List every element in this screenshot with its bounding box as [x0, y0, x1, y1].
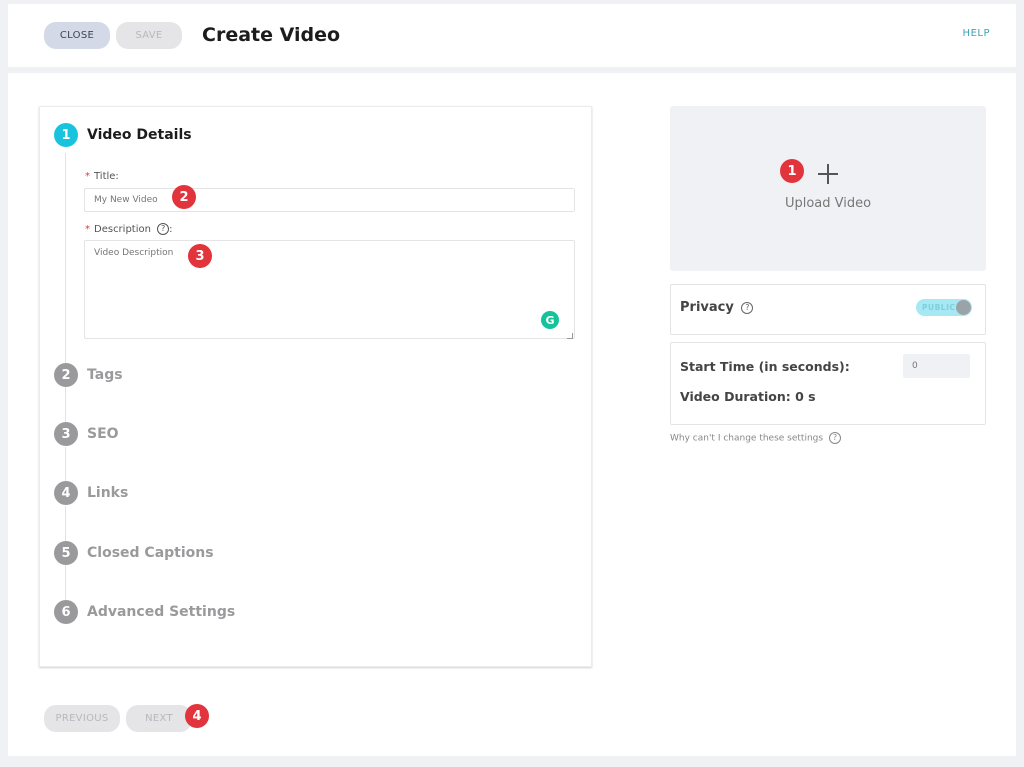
step-label: Closed Captions: [87, 545, 214, 561]
why-link-text: Why can't I change these settings: [670, 433, 824, 444]
step-tags[interactable]: 2 Tags: [54, 363, 123, 387]
stepper-card: 1 Video Details *Title: *Description ?: …: [39, 106, 592, 667]
grammarly-icon[interactable]: G: [541, 311, 559, 329]
privacy-panel: Privacy ? PUBLIC: [670, 284, 986, 335]
required-marker: *: [85, 224, 90, 235]
upload-video-dropzone[interactable]: Upload Video: [670, 106, 986, 271]
step-number: 3: [54, 422, 78, 446]
step-seo[interactable]: 3 SEO: [54, 422, 119, 446]
previous-button[interactable]: PREVIOUS: [44, 705, 120, 732]
privacy-label: Privacy ?: [680, 300, 754, 315]
title-label: * Title:: [85, 171, 119, 182]
step-label: Tags: [87, 367, 123, 383]
step-number: 4: [54, 481, 78, 505]
required-marker: *: [85, 171, 90, 182]
step-video-details[interactable]: 1 Video Details: [54, 123, 192, 147]
upload-label: Upload Video: [784, 196, 872, 211]
header-bar: CLOSE SAVE Create Video HELP: [8, 4, 1016, 67]
start-time-label: Start Time (in seconds):: [680, 359, 850, 374]
step-closed-captions[interactable]: 5 Closed Captions: [54, 541, 214, 565]
annotation-badge: 1: [780, 159, 804, 183]
page-title: Create Video: [202, 24, 341, 46]
help-icon: ?: [828, 432, 841, 444]
description-input[interactable]: [84, 240, 575, 339]
help-link[interactable]: HELP: [963, 28, 990, 39]
help-icon[interactable]: ?: [157, 223, 170, 235]
annotation-badge: 4: [185, 704, 209, 728]
step-links[interactable]: 4 Links: [54, 481, 128, 505]
timing-panel: Start Time (in seconds): Video Duration:…: [670, 342, 986, 425]
title-input[interactable]: [84, 188, 575, 212]
video-duration: Video Duration: 0 s: [680, 389, 816, 404]
title-label-text: Title:: [94, 171, 119, 182]
main-content: 1 Video Details *Title: *Description ?: …: [8, 73, 1016, 756]
step-advanced-settings[interactable]: 6 Advanced Settings: [54, 600, 235, 624]
resize-handle-icon[interactable]: [567, 333, 573, 339]
next-button[interactable]: NEXT: [126, 705, 192, 732]
privacy-label-text: Privacy: [680, 300, 734, 315]
start-time-input[interactable]: [903, 354, 970, 378]
step-label: SEO: [87, 426, 119, 442]
step-connector: [65, 153, 66, 379]
description-label: * Description ?:: [85, 223, 173, 235]
step-number: 2: [54, 363, 78, 387]
toggle-knob: [956, 300, 971, 315]
toggle-label: PUBLIC: [922, 303, 956, 312]
step-label: Video Details: [87, 127, 192, 143]
step-label: Advanced Settings: [87, 604, 236, 620]
close-button[interactable]: CLOSE: [44, 22, 110, 49]
step-number: 6: [54, 600, 78, 624]
description-label-text: Description: [94, 224, 151, 235]
plus-icon: [818, 164, 838, 184]
description-suffix: :: [169, 224, 173, 235]
step-number: 1: [54, 123, 78, 147]
step-label: Links: [87, 485, 129, 501]
why-settings-link[interactable]: Why can't I change these settings ?: [670, 432, 841, 444]
help-icon[interactable]: ?: [741, 301, 754, 314]
step-number: 5: [54, 541, 78, 565]
annotation-badge: 2: [172, 185, 196, 209]
privacy-toggle[interactable]: PUBLIC: [916, 299, 972, 316]
save-button[interactable]: SAVE: [116, 22, 182, 49]
annotation-badge: 3: [188, 244, 212, 268]
